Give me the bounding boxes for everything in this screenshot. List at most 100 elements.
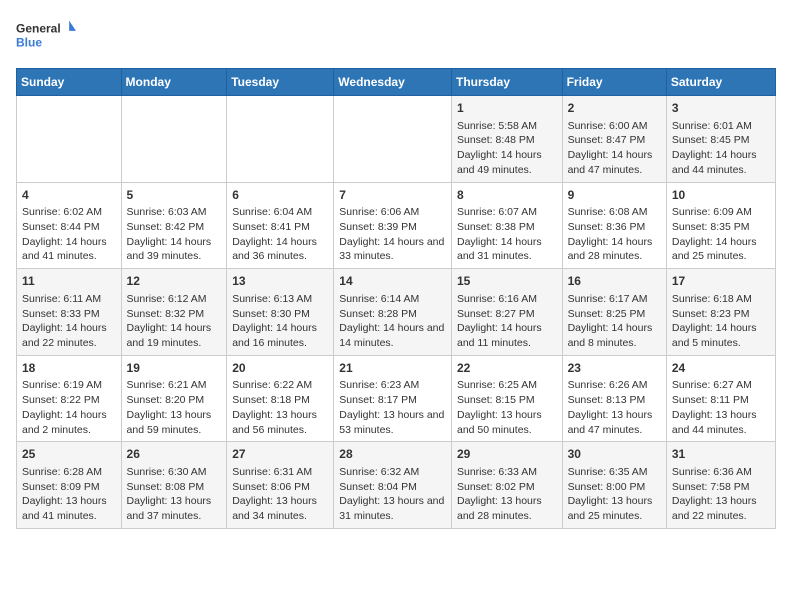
- day-number: 16: [568, 273, 661, 290]
- day-cell: 26Sunrise: 6:30 AMSunset: 8:08 PMDayligh…: [121, 442, 227, 529]
- day-info: Sunrise: 6:22 AM: [232, 378, 328, 393]
- day-info: Sunset: 8:38 PM: [457, 220, 557, 235]
- day-info: Sunrise: 6:04 AM: [232, 205, 328, 220]
- day-info: Daylight: 14 hours and 19 minutes.: [127, 321, 222, 350]
- day-info: Sunset: 8:48 PM: [457, 133, 557, 148]
- day-info: Daylight: 13 hours and 59 minutes.: [127, 408, 222, 437]
- weekday-header-thursday: Thursday: [451, 69, 562, 96]
- day-info: Daylight: 14 hours and 14 minutes.: [339, 321, 446, 350]
- day-cell: [334, 96, 452, 183]
- day-info: Daylight: 13 hours and 44 minutes.: [672, 408, 770, 437]
- day-info: Sunrise: 6:33 AM: [457, 465, 557, 480]
- day-cell: 20Sunrise: 6:22 AMSunset: 8:18 PMDayligh…: [227, 355, 334, 442]
- weekday-header-row: SundayMondayTuesdayWednesdayThursdayFrid…: [17, 69, 776, 96]
- day-cell: [17, 96, 122, 183]
- day-info: Daylight: 13 hours and 50 minutes.: [457, 408, 557, 437]
- day-info: Sunrise: 6:09 AM: [672, 205, 770, 220]
- logo-svg: General Blue: [16, 16, 76, 56]
- day-info: Daylight: 13 hours and 37 minutes.: [127, 494, 222, 523]
- day-info: Sunset: 8:36 PM: [568, 220, 661, 235]
- day-number: 5: [127, 187, 222, 204]
- day-cell: [227, 96, 334, 183]
- day-number: 30: [568, 446, 661, 463]
- day-number: 3: [672, 100, 770, 117]
- day-info: Daylight: 14 hours and 31 minutes.: [457, 235, 557, 264]
- day-cell: 8Sunrise: 6:07 AMSunset: 8:38 PMDaylight…: [451, 182, 562, 269]
- day-cell: 31Sunrise: 6:36 AMSunset: 7:58 PMDayligh…: [666, 442, 775, 529]
- week-row-4: 18Sunrise: 6:19 AMSunset: 8:22 PMDayligh…: [17, 355, 776, 442]
- day-number: 18: [22, 360, 116, 377]
- header: General Blue: [16, 16, 776, 56]
- day-info: Daylight: 14 hours and 25 minutes.: [672, 235, 770, 264]
- day-number: 22: [457, 360, 557, 377]
- day-info: Daylight: 14 hours and 44 minutes.: [672, 148, 770, 177]
- day-info: Sunset: 8:23 PM: [672, 307, 770, 322]
- day-number: 12: [127, 273, 222, 290]
- day-info: Sunrise: 6:21 AM: [127, 378, 222, 393]
- day-info: Sunset: 8:28 PM: [339, 307, 446, 322]
- day-number: 2: [568, 100, 661, 117]
- day-info: Daylight: 13 hours and 22 minutes.: [672, 494, 770, 523]
- weekday-header-wednesday: Wednesday: [334, 69, 452, 96]
- day-info: Daylight: 13 hours and 28 minutes.: [457, 494, 557, 523]
- weekday-header-tuesday: Tuesday: [227, 69, 334, 96]
- day-cell: 11Sunrise: 6:11 AMSunset: 8:33 PMDayligh…: [17, 269, 122, 356]
- day-info: Sunrise: 6:17 AM: [568, 292, 661, 307]
- day-info: Daylight: 13 hours and 25 minutes.: [568, 494, 661, 523]
- day-info: Sunrise: 6:06 AM: [339, 205, 446, 220]
- day-info: Daylight: 14 hours and 28 minutes.: [568, 235, 661, 264]
- day-info: Sunset: 8:44 PM: [22, 220, 116, 235]
- day-info: Sunrise: 6:36 AM: [672, 465, 770, 480]
- day-number: 25: [22, 446, 116, 463]
- day-info: Sunset: 8:17 PM: [339, 393, 446, 408]
- day-cell: 10Sunrise: 6:09 AMSunset: 8:35 PMDayligh…: [666, 182, 775, 269]
- day-number: 4: [22, 187, 116, 204]
- day-info: Daylight: 14 hours and 47 minutes.: [568, 148, 661, 177]
- day-info: Sunrise: 6:01 AM: [672, 119, 770, 134]
- day-info: Sunset: 7:58 PM: [672, 480, 770, 495]
- day-info: Daylight: 14 hours and 41 minutes.: [22, 235, 116, 264]
- day-cell: 28Sunrise: 6:32 AMSunset: 8:04 PMDayligh…: [334, 442, 452, 529]
- day-cell: 14Sunrise: 6:14 AMSunset: 8:28 PMDayligh…: [334, 269, 452, 356]
- day-info: Sunset: 8:32 PM: [127, 307, 222, 322]
- day-number: 14: [339, 273, 446, 290]
- day-number: 26: [127, 446, 222, 463]
- day-info: Daylight: 13 hours and 41 minutes.: [22, 494, 116, 523]
- day-number: 10: [672, 187, 770, 204]
- day-info: Daylight: 14 hours and 11 minutes.: [457, 321, 557, 350]
- day-info: Sunset: 8:35 PM: [672, 220, 770, 235]
- day-info: Sunset: 8:04 PM: [339, 480, 446, 495]
- day-info: Daylight: 14 hours and 22 minutes.: [22, 321, 116, 350]
- day-info: Daylight: 14 hours and 2 minutes.: [22, 408, 116, 437]
- day-info: Sunset: 8:22 PM: [22, 393, 116, 408]
- day-cell: 13Sunrise: 6:13 AMSunset: 8:30 PMDayligh…: [227, 269, 334, 356]
- day-info: Sunrise: 6:19 AM: [22, 378, 116, 393]
- day-number: 11: [22, 273, 116, 290]
- day-cell: 12Sunrise: 6:12 AMSunset: 8:32 PMDayligh…: [121, 269, 227, 356]
- day-info: Sunset: 8:20 PM: [127, 393, 222, 408]
- weekday-header-friday: Friday: [562, 69, 666, 96]
- day-info: Daylight: 14 hours and 49 minutes.: [457, 148, 557, 177]
- day-info: Sunrise: 6:25 AM: [457, 378, 557, 393]
- day-info: Sunrise: 6:11 AM: [22, 292, 116, 307]
- day-cell: 21Sunrise: 6:23 AMSunset: 8:17 PMDayligh…: [334, 355, 452, 442]
- day-info: Sunrise: 6:00 AM: [568, 119, 661, 134]
- day-info: Sunset: 8:11 PM: [672, 393, 770, 408]
- day-info: Sunrise: 6:35 AM: [568, 465, 661, 480]
- week-row-2: 4Sunrise: 6:02 AMSunset: 8:44 PMDaylight…: [17, 182, 776, 269]
- day-info: Daylight: 14 hours and 39 minutes.: [127, 235, 222, 264]
- day-info: Daylight: 13 hours and 47 minutes.: [568, 408, 661, 437]
- day-info: Sunrise: 6:28 AM: [22, 465, 116, 480]
- day-number: 29: [457, 446, 557, 463]
- day-info: Sunset: 8:00 PM: [568, 480, 661, 495]
- weekday-header-sunday: Sunday: [17, 69, 122, 96]
- day-cell: [121, 96, 227, 183]
- day-cell: 29Sunrise: 6:33 AMSunset: 8:02 PMDayligh…: [451, 442, 562, 529]
- day-info: Sunset: 8:39 PM: [339, 220, 446, 235]
- day-cell: 7Sunrise: 6:06 AMSunset: 8:39 PMDaylight…: [334, 182, 452, 269]
- day-info: Sunrise: 6:08 AM: [568, 205, 661, 220]
- day-info: Sunset: 8:27 PM: [457, 307, 557, 322]
- day-number: 20: [232, 360, 328, 377]
- day-number: 24: [672, 360, 770, 377]
- day-number: 21: [339, 360, 446, 377]
